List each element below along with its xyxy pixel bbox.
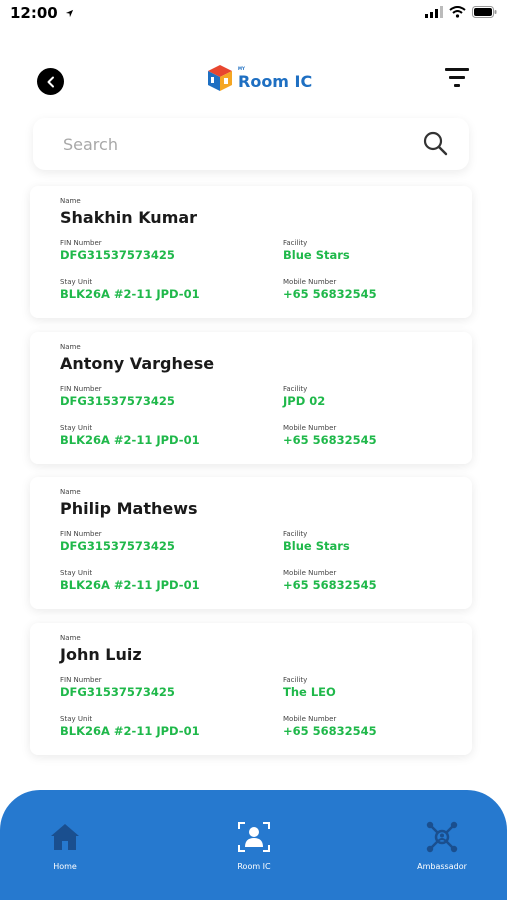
status-bar: 12:00 <box>0 0 507 30</box>
search-button[interactable] <box>421 129 449 157</box>
filter-button[interactable] <box>443 64 471 92</box>
name-label: Name <box>60 488 81 496</box>
search-input[interactable] <box>63 132 403 156</box>
network-icon <box>426 821 458 853</box>
stay-unit-value: BLK26A #2-11 JPD-01 <box>60 578 200 592</box>
resident-name: Shakhin Kumar <box>60 208 198 227</box>
search-icon <box>423 131 448 156</box>
signal-icon <box>425 6 443 18</box>
nav-label-home: Home <box>53 862 77 871</box>
fin-value: DFG31537573425 <box>60 539 175 553</box>
back-arrow-icon <box>47 76 54 87</box>
fin-label: FIN Number <box>60 530 102 538</box>
stay-unit-value: BLK26A #2-11 JPD-01 <box>60 433 200 447</box>
stay-unit-label: Stay Unit <box>60 569 93 577</box>
stay-unit-label: Stay Unit <box>60 715 93 723</box>
nav-label-ambassador: Ambassador <box>417 862 467 871</box>
mobile-label: Mobile Number <box>283 569 337 577</box>
back-button[interactable] <box>37 68 64 95</box>
facility-label: Facility <box>283 385 308 393</box>
fin-label: FIN Number <box>60 676 102 684</box>
fin-label: FIN Number <box>60 385 102 393</box>
mobile-label: Mobile Number <box>283 424 337 432</box>
stay-unit-value: BLK26A #2-11 JPD-01 <box>60 287 200 301</box>
facility-label: Facility <box>283 530 308 538</box>
nav-item-home[interactable]: Home <box>20 820 110 871</box>
app-logo: MY Room IC <box>206 63 312 93</box>
mobile-label: Mobile Number <box>283 278 337 286</box>
fin-label: FIN Number <box>60 239 102 247</box>
bottom-nav: Home Room IC Ambassador <box>0 790 507 900</box>
face-scan-icon <box>238 822 270 852</box>
facility-value: Blue Stars <box>283 539 350 553</box>
resident-card[interactable]: Name Shakhin Kumar FIN Number DFG3153757… <box>30 186 472 318</box>
search-box <box>33 118 469 170</box>
fin-value: DFG31537573425 <box>60 394 175 408</box>
mobile-value: +65 56832545 <box>283 433 377 447</box>
mobile-label: Mobile Number <box>283 715 337 723</box>
resident-card[interactable]: Name Philip Mathews FIN Number DFG315375… <box>30 477 472 609</box>
resident-name: Antony Varghese <box>60 354 215 373</box>
app-header: MY Room IC <box>0 55 507 105</box>
mobile-value: +65 56832545 <box>283 287 377 301</box>
stay-unit-label: Stay Unit <box>60 278 93 286</box>
nav-item-ambassador[interactable]: Ambassador <box>397 820 487 871</box>
status-time: 12:00 <box>10 4 74 22</box>
facility-label: Facility <box>283 676 308 684</box>
name-label: Name <box>60 197 81 205</box>
stay-unit-value: BLK26A #2-11 JPD-01 <box>60 724 200 738</box>
mobile-value: +65 56832545 <box>283 724 377 738</box>
fin-value: DFG31537573425 <box>60 685 175 699</box>
facility-value: The LEO <box>283 685 336 699</box>
resident-card[interactable]: Name Antony Varghese FIN Number DFG31537… <box>30 332 472 464</box>
home-icon <box>51 824 79 850</box>
nav-item-room-ic[interactable]: Room IC <box>209 820 299 871</box>
resident-name: John Luiz <box>60 645 142 664</box>
wifi-icon <box>449 6 466 18</box>
name-label: Name <box>60 343 81 351</box>
facility-value: JPD 02 <box>283 394 326 408</box>
logo-cube-icon <box>208 65 232 91</box>
facility-value: Blue Stars <box>283 248 350 262</box>
battery-icon <box>472 6 497 18</box>
facility-label: Facility <box>283 239 308 247</box>
name-label: Name <box>60 634 81 642</box>
nav-label-room-ic: Room IC <box>237 862 271 871</box>
location-arrow-icon <box>65 9 74 18</box>
resident-card[interactable]: Name John Luiz FIN Number DFG31537573425… <box>30 623 472 755</box>
fin-value: DFG31537573425 <box>60 248 175 262</box>
resident-name: Philip Mathews <box>60 499 198 518</box>
mobile-value: +65 56832545 <box>283 578 377 592</box>
stay-unit-label: Stay Unit <box>60 424 93 432</box>
status-icons <box>425 6 497 18</box>
app-title: Room IC <box>238 71 313 91</box>
logo-superscript: MY <box>238 65 245 71</box>
logo-text-wrap: MY Room IC <box>238 66 313 91</box>
filter-icon <box>445 68 469 87</box>
status-time-text: 12:00 <box>10 4 58 22</box>
